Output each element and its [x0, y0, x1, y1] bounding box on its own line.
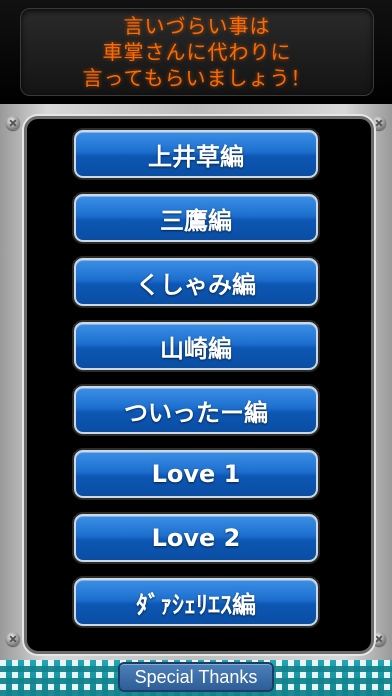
- screw-icon: [6, 632, 20, 646]
- menu-button-dasheriesu[interactable]: ﾀﾞｧｼｪﾘｴｽ編: [74, 578, 318, 626]
- menu-button-love-1[interactable]: Love 1: [74, 450, 318, 498]
- menu-button-kushami[interactable]: くしゃみ編: [74, 258, 318, 306]
- menu-button-kamiigusa[interactable]: 上井草編: [74, 130, 318, 178]
- led-banner: 言いづらい事は 車掌さんに代わりに 言ってもらいましょう！: [0, 0, 392, 104]
- led-message-panel: 言いづらい事は 車掌さんに代わりに 言ってもらいましょう！: [20, 8, 374, 96]
- screw-icon: [372, 116, 386, 130]
- menu-button-yamazaki[interactable]: 山崎編: [74, 322, 318, 370]
- banner-line-3: 言ってもらいましょう！: [82, 66, 312, 90]
- menu-button-mitaka[interactable]: 三鷹編: [74, 194, 318, 242]
- special-thanks-button[interactable]: Special Thanks: [118, 662, 274, 692]
- screw-icon: [6, 116, 20, 130]
- banner-line-2: 車掌さんに代わりに: [102, 40, 292, 64]
- menu-button-twitter[interactable]: ついったー編: [74, 386, 318, 434]
- menu-button-love-2[interactable]: Love 2: [74, 514, 318, 562]
- banner-line-1: 言いづらい事は: [123, 14, 271, 38]
- screw-icon: [372, 632, 386, 646]
